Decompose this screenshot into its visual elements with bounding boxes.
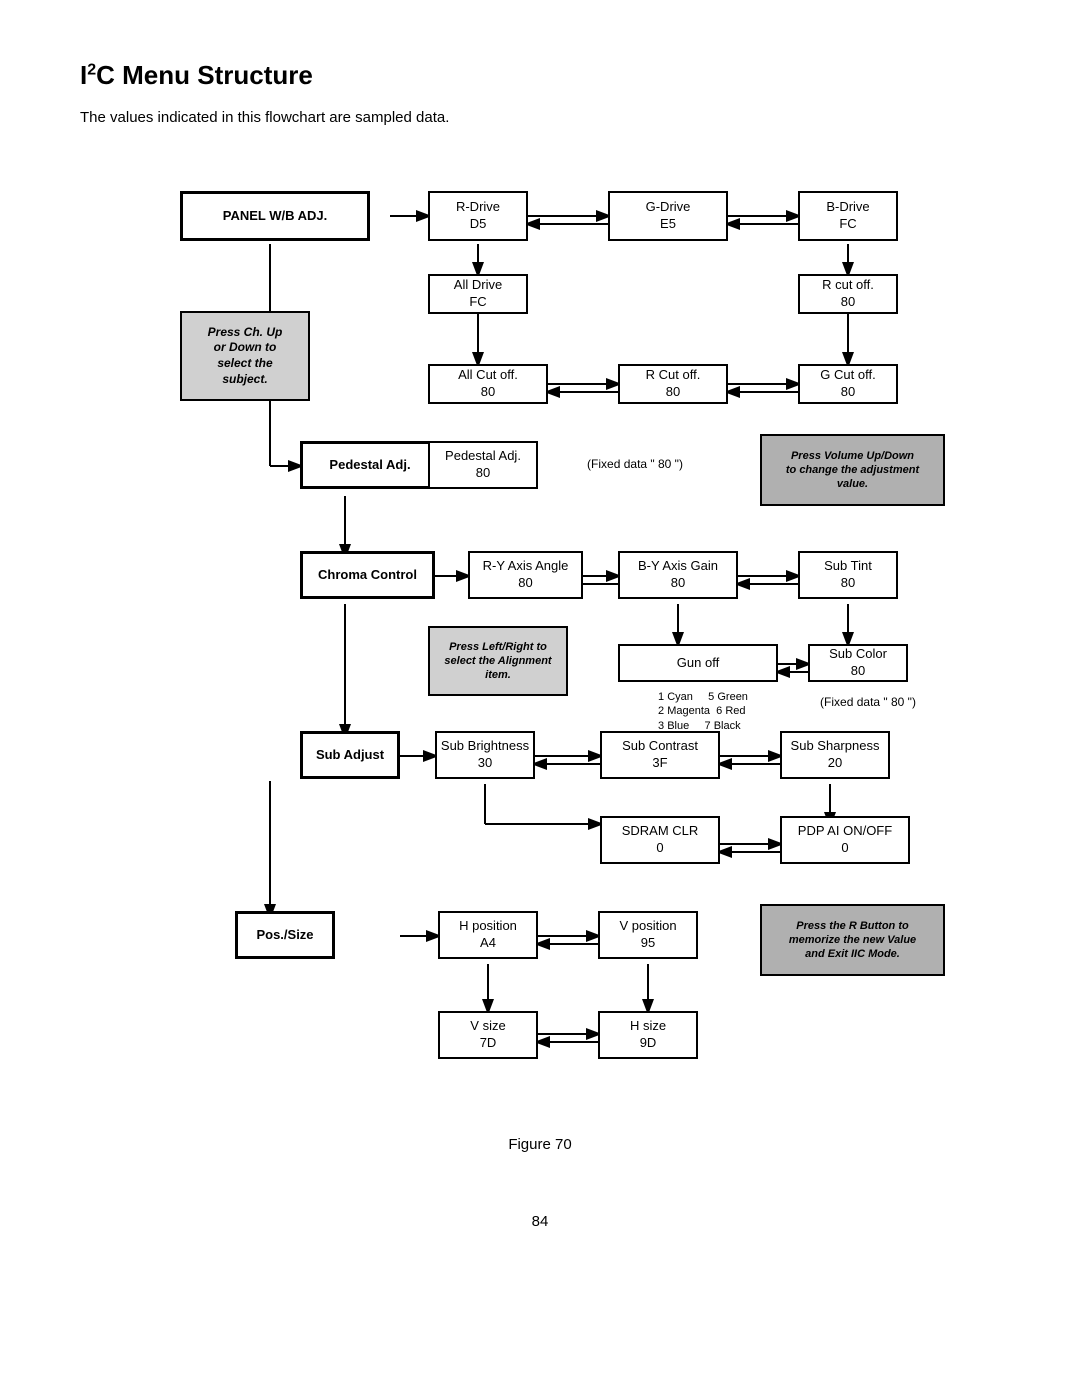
r-cutoff-mid-box: R Cut off.80 xyxy=(618,364,728,404)
ry-axis-box: R-Y Axis Angle80 xyxy=(468,551,583,599)
press-vol-box: Press Volume Up/Downto change the adjust… xyxy=(760,434,945,506)
all-drive-box: All DriveFC xyxy=(428,274,528,314)
b-drive-box: B-DriveFC xyxy=(798,191,898,241)
g-cutoff-box: G Cut off.80 xyxy=(798,364,898,404)
pedestal-adj-left-box: Pedestal Adj. xyxy=(300,441,440,489)
panel-wb-box: PANEL W/B ADJ. xyxy=(180,191,370,241)
g-drive-box: G-DriveE5 xyxy=(608,191,728,241)
sub-tint-box: Sub Tint80 xyxy=(798,551,898,599)
flowchart: PANEL W/B ADJ. R-DriveD5 G-DriveE5 B-Dri… xyxy=(80,156,1000,1106)
sub-color-box: Sub Color80 xyxy=(808,644,908,682)
r-cutoff-top-box: R cut off.80 xyxy=(798,274,898,314)
pos-size-box: Pos./Size xyxy=(235,911,335,959)
all-cutoff-box: All Cut off.80 xyxy=(428,364,548,404)
sdram-clr-box: SDRAM CLR0 xyxy=(600,816,720,864)
sub-sharpness-box: Sub Sharpness20 xyxy=(780,731,890,779)
sub-brightness-box: Sub Brightness30 xyxy=(435,731,535,779)
sub-contrast-box: Sub Contrast3F xyxy=(600,731,720,779)
chroma-control-box: Chroma Control xyxy=(300,551,435,599)
press-r-box: Press the R Button tomemorize the new Va… xyxy=(760,904,945,976)
sub-adjust-box: Sub Adjust xyxy=(300,731,400,779)
v-size-box: V size7D xyxy=(438,1011,538,1059)
v-position-box: V position95 xyxy=(598,911,698,959)
fixed-80-label: (Fixed data " 80 ") xyxy=(555,451,715,479)
gun-off-box: Gun off xyxy=(618,644,778,682)
by-axis-box: B-Y Axis Gain80 xyxy=(618,551,738,599)
page-number: 84 xyxy=(80,1213,1000,1230)
r-drive-box: R-DriveD5 xyxy=(428,191,528,241)
page-title: I2C Menu Structure xyxy=(80,60,1000,91)
press-lr-box: Press Left/Right toselect the Alignmenti… xyxy=(428,626,568,696)
pdp-ai-box: PDP AI ON/OFF0 xyxy=(780,816,910,864)
h-size-box: H size9D xyxy=(598,1011,698,1059)
h-position-box: H positionA4 xyxy=(438,911,538,959)
press-ch-box: Press Ch. Upor Down toselect thesubject. xyxy=(180,311,310,401)
figure-caption: Figure 70 xyxy=(80,1136,1000,1153)
subtitle: The values indicated in this flowchart a… xyxy=(80,109,1000,126)
fixed-80b-label: (Fixed data " 80 ") xyxy=(798,691,938,715)
pedestal-adj-right-box: Pedestal Adj.80 xyxy=(428,441,538,489)
